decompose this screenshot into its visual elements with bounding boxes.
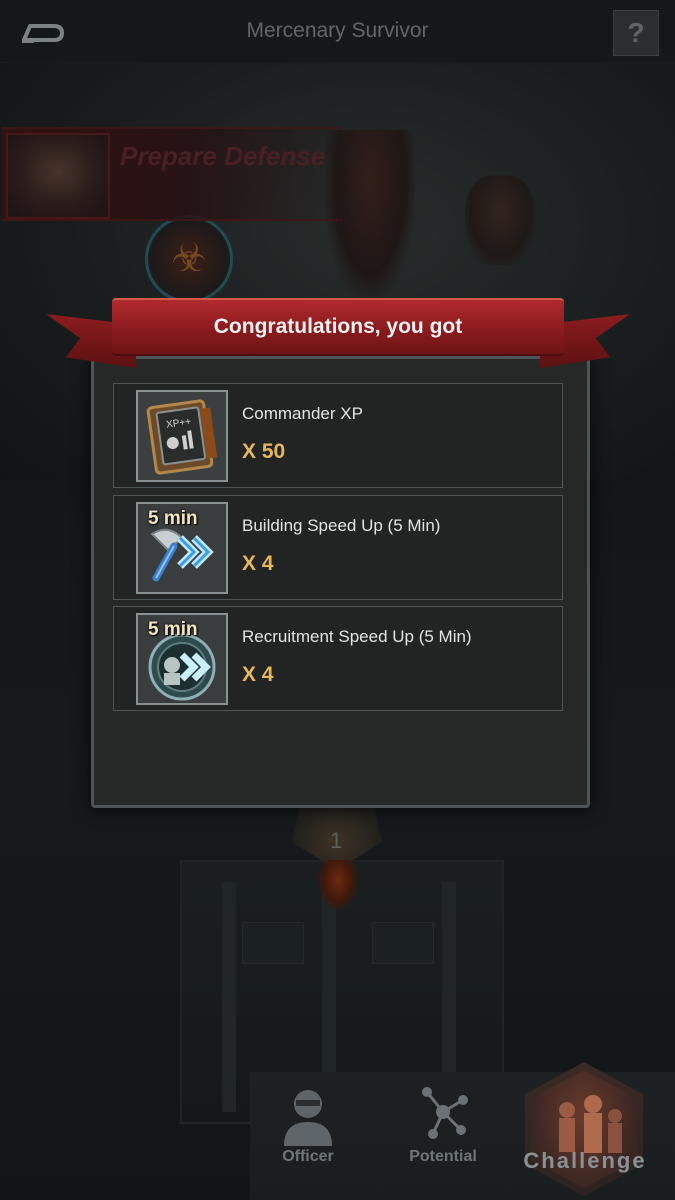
back-button[interactable] [18,14,66,48]
page-title: Mercenary Survivor [246,19,429,42]
nav-label: Potential [409,1148,477,1165]
help-button[interactable]: ? [613,10,659,56]
back-arrow-icon [22,24,64,43]
reward-name: Commander XP [242,404,363,423]
nav-label: Officer [282,1148,334,1165]
reward-row: XP++ Commander XP X 50 [113,383,563,488]
reward-row: 5 min Recruitment Speed Up (5 Min) X 4 [113,606,563,711]
reward-quantity: X 4 [242,663,274,686]
reward-icon-frame: XP++ [136,390,228,482]
dialog-title: Congratulations, you got [112,298,564,356]
officer-portrait-icon [284,1090,332,1146]
duration-tag: 5 min [148,508,198,529]
nav-potential[interactable]: Potential [400,1078,486,1178]
reward-icon-frame: 5 min [136,613,228,705]
nav-officer[interactable]: Officer [268,1078,348,1178]
potential-network-icon [422,1087,468,1139]
nav-label: Challenge [523,1148,647,1173]
reward-name: Recruitment Speed Up (5 Min) [242,627,472,646]
duration-tag: 5 min [148,619,198,640]
reward-quantity: X 4 [242,552,274,575]
reward-quantity: X 50 [242,440,286,463]
reward-name: Building Speed Up (5 Min) [242,516,441,535]
reward-row: 5 min Building Speed Up (5 Min) X 4 [113,495,563,600]
reward-icon-frame: 5 min [136,502,228,594]
top-bar: Mercenary Survivor ? [0,0,675,63]
commander-xp-book-icon: XP++ [138,392,226,480]
